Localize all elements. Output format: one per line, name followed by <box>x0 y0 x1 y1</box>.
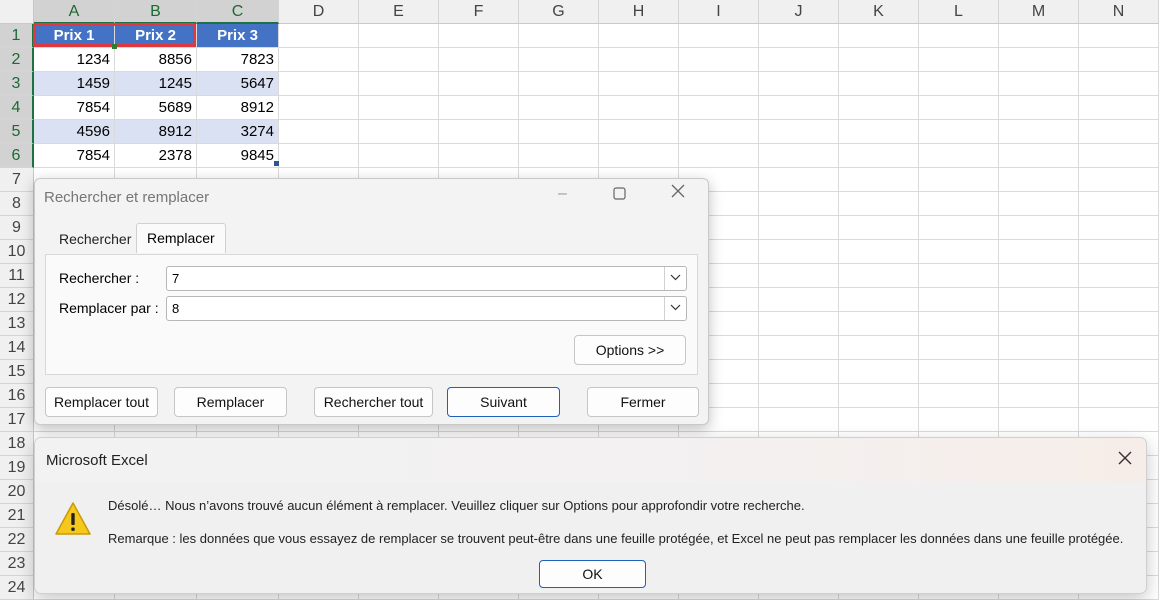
row-header-24[interactable]: 24 <box>0 576 34 600</box>
tab-rechercher[interactable]: Rechercher <box>49 225 141 253</box>
select-all-corner[interactable] <box>0 0 34 24</box>
replace-input[interactable]: 8 <box>172 301 179 316</box>
column-header-l[interactable]: L <box>919 0 999 24</box>
replace-all-button[interactable]: Remplacer tout <box>45 387 158 417</box>
data-cell[interactable]: 9845 <box>197 144 278 167</box>
close-icon[interactable] <box>1118 448 1132 471</box>
minimize-icon[interactable]: ‒ <box>558 185 567 203</box>
row-header-1[interactable]: 1 <box>0 24 34 48</box>
data-cell[interactable]: 8912 <box>197 96 278 119</box>
row-header-14[interactable]: 14 <box>0 336 34 360</box>
column-header-g[interactable]: G <box>519 0 599 24</box>
column-header-j[interactable]: J <box>759 0 839 24</box>
tab-remplacer[interactable]: Remplacer <box>136 223 226 253</box>
data-cell[interactable]: 1459 <box>34 72 114 95</box>
find-all-button[interactable]: Rechercher tout <box>314 387 433 417</box>
row-header-16[interactable]: 16 <box>0 384 34 408</box>
row-header-19[interactable]: 19 <box>0 456 34 480</box>
table-resize-handle[interactable] <box>274 161 279 166</box>
message-box: Microsoft Excel Désolé… Nous n’avons tro… <box>34 437 1147 594</box>
close-icon[interactable] <box>671 184 685 203</box>
replace-combobox[interactable]: 8 <box>166 296 687 321</box>
row-header-11[interactable]: 11 <box>0 264 34 288</box>
gridline-horizontal <box>34 167 1159 168</box>
message-titlebar: Microsoft Excel <box>35 438 1146 482</box>
row-header-22[interactable]: 22 <box>0 528 34 552</box>
replace-button[interactable]: Remplacer <box>174 387 287 417</box>
row-header-8[interactable]: 8 <box>0 192 34 216</box>
row-header-4[interactable]: 4 <box>0 96 34 120</box>
warning-icon <box>55 502 91 535</box>
column-header-i[interactable]: I <box>679 0 759 24</box>
next-button[interactable]: Suivant <box>447 387 560 417</box>
row-header-7[interactable]: 7 <box>0 168 34 192</box>
column-header-m[interactable]: M <box>999 0 1079 24</box>
header-cell[interactable]: Prix 3 <box>197 24 278 47</box>
data-cell[interactable]: 7854 <box>34 96 114 119</box>
row-header-21[interactable]: 21 <box>0 504 34 528</box>
data-cell[interactable]: 2378 <box>115 144 196 167</box>
row-header-2[interactable]: 2 <box>0 48 34 72</box>
row-header-20[interactable]: 20 <box>0 480 34 504</box>
message-text-note: Remarque : les données que vous essayez … <box>108 531 1124 546</box>
data-cell[interactable]: 8912 <box>115 120 196 143</box>
replace-label: Remplacer par : <box>59 300 159 316</box>
column-header-b[interactable]: B <box>115 0 197 24</box>
row-header-13[interactable]: 13 <box>0 312 34 336</box>
ok-button[interactable]: OK <box>539 560 646 588</box>
row-header-17[interactable]: 17 <box>0 408 34 432</box>
row-header-15[interactable]: 15 <box>0 360 34 384</box>
message-text-main: Désolé… Nous n’avons trouvé aucun élémen… <box>108 498 805 513</box>
data-cell[interactable]: 7854 <box>34 144 114 167</box>
options-button[interactable]: Options >> <box>574 335 686 365</box>
chevron-down-icon[interactable] <box>664 267 686 290</box>
column-header-f[interactable]: F <box>439 0 519 24</box>
gridline-horizontal <box>34 431 1159 432</box>
column-header-e[interactable]: E <box>359 0 439 24</box>
data-cell[interactable]: 7823 <box>197 48 278 71</box>
find-replace-dialog: Rechercher et remplacer ‒ Rechercher Rem… <box>34 178 709 425</box>
row-header-6[interactable]: 6 <box>0 144 34 168</box>
replace-panel: Rechercher : 7 Remplacer par : 8 Options… <box>45 254 698 375</box>
close-button[interactable]: Fermer <box>587 387 699 417</box>
data-cell[interactable]: 1234 <box>34 48 114 71</box>
find-label: Rechercher : <box>59 270 140 286</box>
column-header-n[interactable]: N <box>1079 0 1159 24</box>
data-cell[interactable]: 5689 <box>115 96 196 119</box>
row-header-10[interactable]: 10 <box>0 240 34 264</box>
data-cell[interactable]: 3274 <box>197 120 278 143</box>
data-cell[interactable]: 8856 <box>115 48 196 71</box>
data-cell[interactable]: 4596 <box>34 120 114 143</box>
chevron-down-icon[interactable] <box>664 297 686 320</box>
column-header-d[interactable]: D <box>279 0 359 24</box>
message-title: Microsoft Excel <box>46 452 148 469</box>
find-combobox[interactable]: 7 <box>166 266 687 291</box>
dialog-title: Rechercher et remplacer <box>44 189 210 206</box>
row-header-3[interactable]: 3 <box>0 72 34 96</box>
column-header-k[interactable]: K <box>839 0 919 24</box>
row-header-12[interactable]: 12 <box>0 288 34 312</box>
fill-handle[interactable] <box>112 44 117 49</box>
column-header-a[interactable]: A <box>34 0 115 24</box>
data-cell[interactable]: 1245 <box>115 72 196 95</box>
find-input[interactable]: 7 <box>172 271 179 286</box>
row-header-5[interactable]: 5 <box>0 120 34 144</box>
row-header-18[interactable]: 18 <box>0 432 34 456</box>
row-header-9[interactable]: 9 <box>0 216 34 240</box>
column-header-c[interactable]: C <box>197 0 279 24</box>
row-header-23[interactable]: 23 <box>0 552 34 576</box>
maximize-icon[interactable] <box>613 187 626 205</box>
data-cell[interactable]: 5647 <box>197 72 278 95</box>
column-header-h[interactable]: H <box>599 0 679 24</box>
